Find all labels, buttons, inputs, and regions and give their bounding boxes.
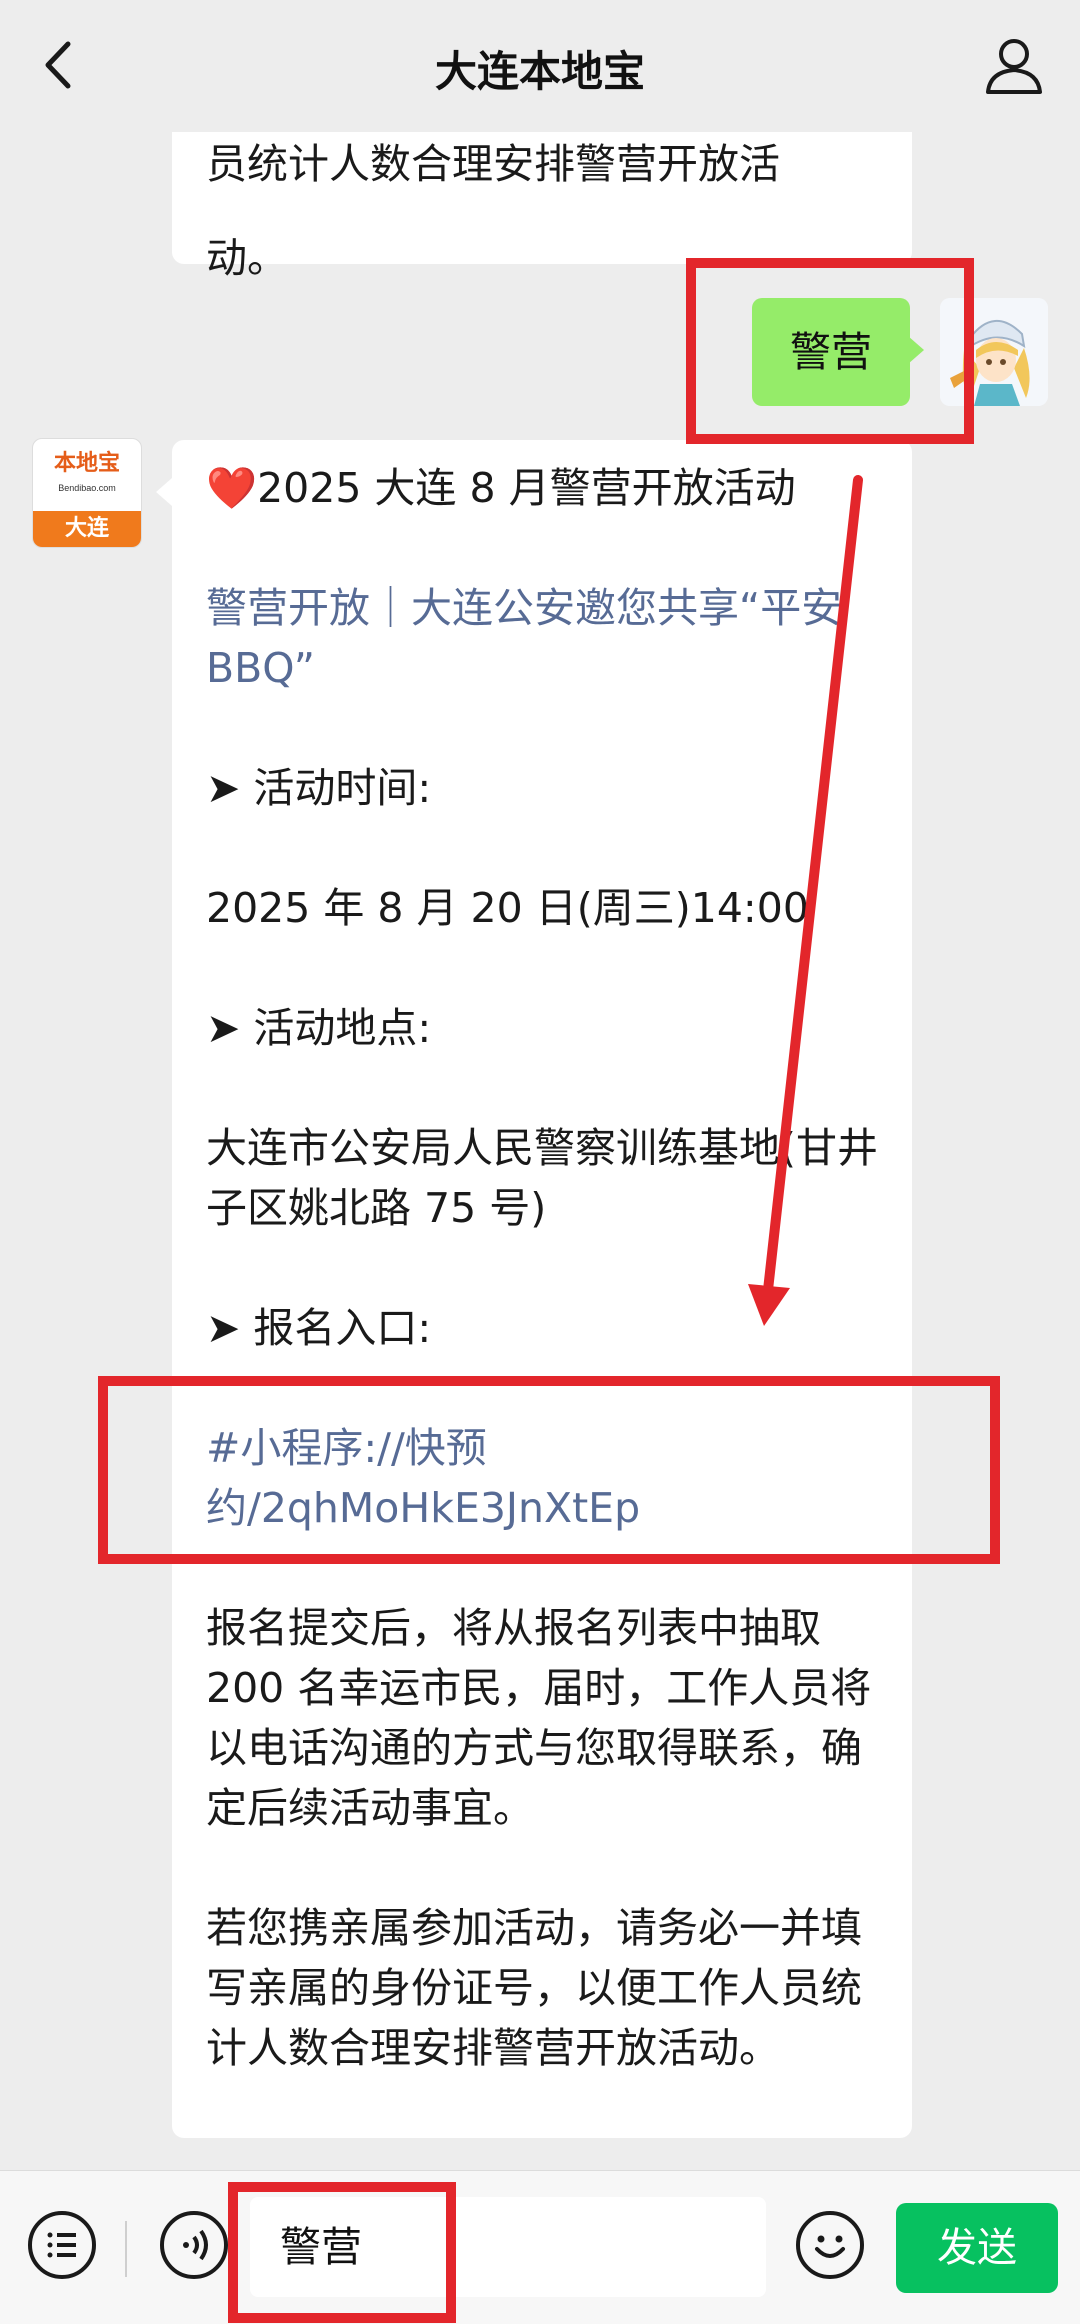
annotation-arrow-icon — [748, 475, 863, 1326]
